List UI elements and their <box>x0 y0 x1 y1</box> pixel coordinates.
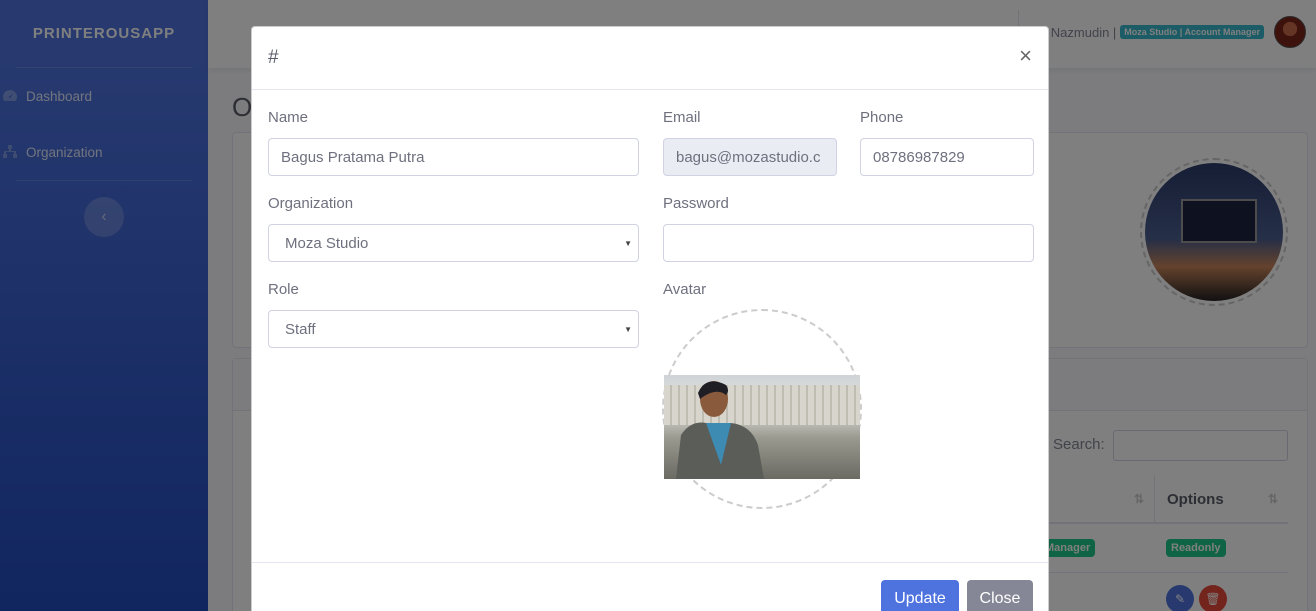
role-select-value: Staff <box>285 320 316 338</box>
avatar-photo <box>664 375 860 479</box>
close-icon[interactable]: × <box>1019 43 1032 69</box>
person-image <box>676 381 764 479</box>
name-label: Name <box>268 109 309 126</box>
email-label: Email <box>663 109 701 126</box>
caret-down-icon: ▼ <box>624 239 632 248</box>
organization-select-value: Moza Studio <box>285 234 369 252</box>
modal-header: # × <box>252 27 1048 90</box>
phone-label: Phone <box>860 109 904 126</box>
modal-footer: Update Close <box>252 562 1048 611</box>
role-select[interactable]: Staff ▼ <box>268 310 639 348</box>
organization-label: Organization <box>268 195 354 212</box>
email-field[interactable]: bagus@mozastudio.c <box>663 138 837 176</box>
phone-field[interactable]: 08786987829 <box>860 138 1034 176</box>
edit-user-modal: # × Name Bagus Pratama Putra Email bagus… <box>251 26 1049 611</box>
name-field[interactable]: Bagus Pratama Putra <box>268 138 639 176</box>
password-label: Password <box>663 195 729 212</box>
close-button[interactable]: Close <box>967 580 1033 611</box>
caret-down-icon: ▼ <box>624 325 632 334</box>
avatar-upload[interactable] <box>662 309 862 509</box>
modal-title: # <box>268 47 279 68</box>
role-label: Role <box>268 281 299 298</box>
organization-select[interactable]: Moza Studio ▼ <box>268 224 639 262</box>
update-button[interactable]: Update <box>881 580 959 611</box>
avatar-label: Avatar <box>663 281 707 298</box>
password-field[interactable] <box>663 224 1034 262</box>
